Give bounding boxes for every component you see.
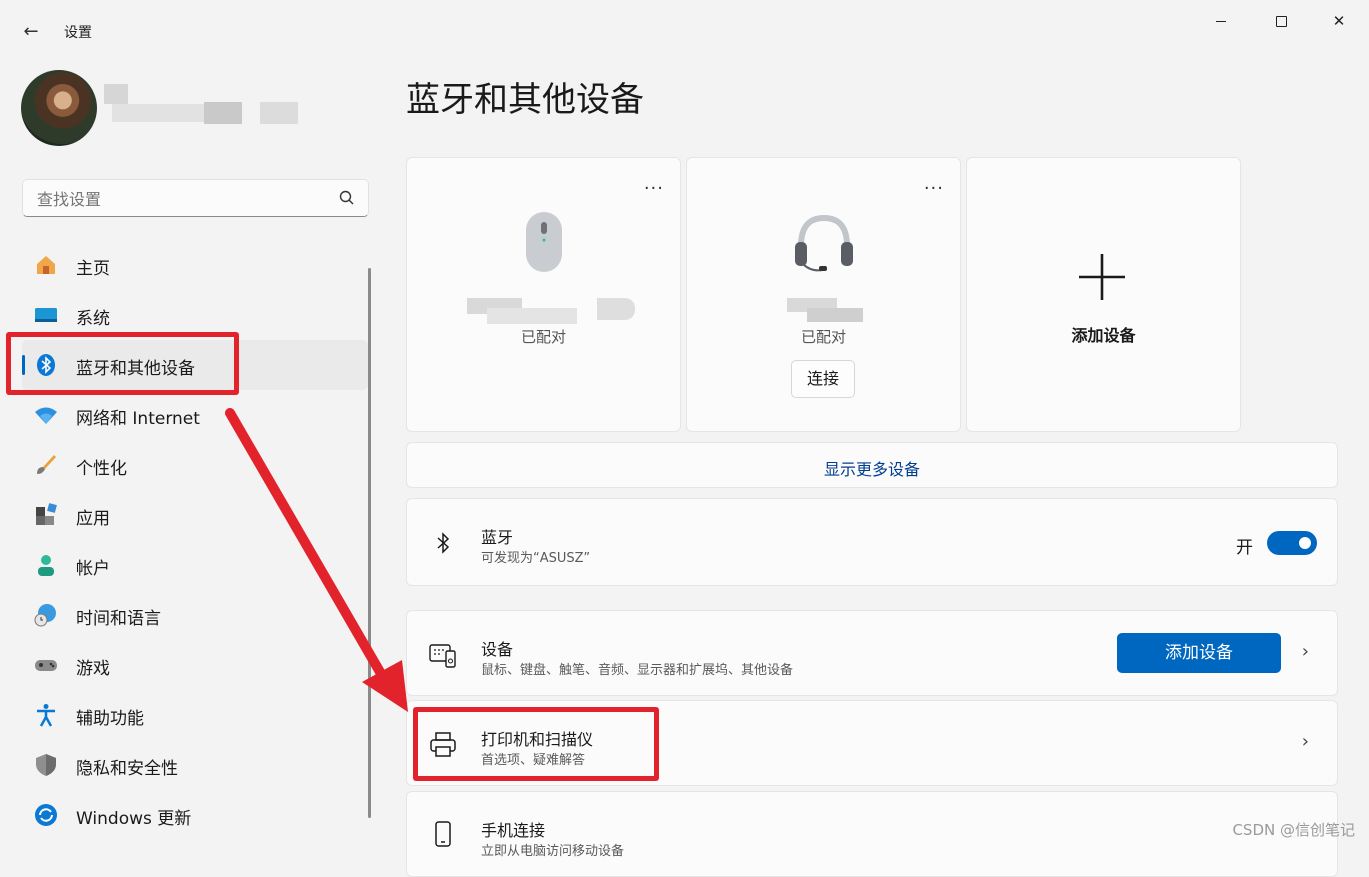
annotation-arrow xyxy=(225,408,408,712)
watermark: CSDN @信创笔记 xyxy=(1232,821,1355,839)
